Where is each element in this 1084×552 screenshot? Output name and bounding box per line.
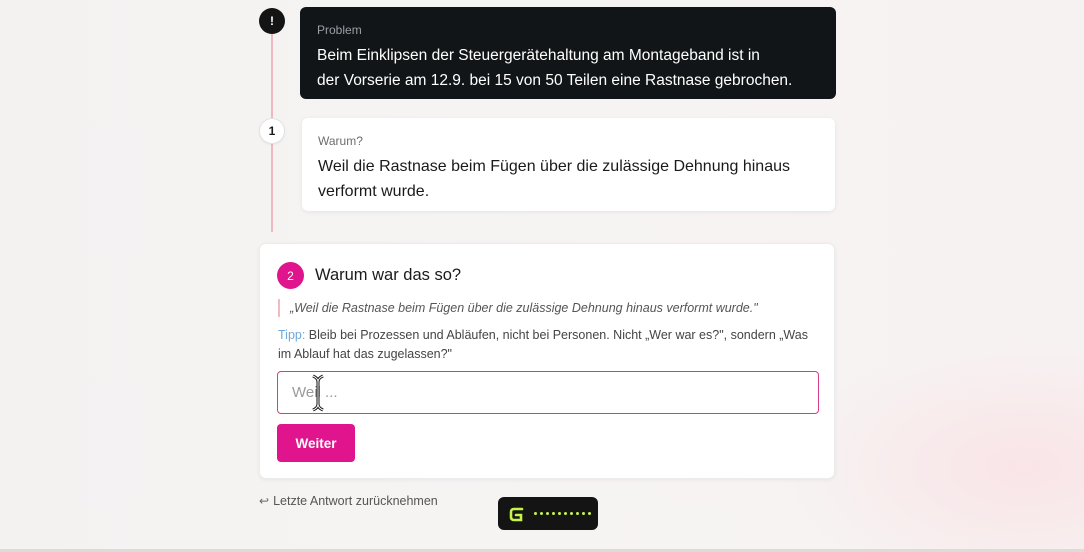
loader-dots xyxy=(534,512,591,515)
problem-text-line: Beim Einklipsen der Steuergerätehaltung … xyxy=(317,47,760,64)
problem-text-line: der Vorserie am 12.9. bei 15 von 50 Teil… xyxy=(317,72,793,89)
tip-text: Tipp: Bleib bei Prozessen und Abläufen, … xyxy=(278,326,823,364)
previous-answer-quote: „Weil die Rastnase beim Fügen über die z… xyxy=(278,299,758,317)
answer-input[interactable] xyxy=(277,371,819,414)
text-cursor-icon xyxy=(312,374,324,412)
tip-label: Tipp: xyxy=(278,328,306,342)
problem-label: Problem xyxy=(317,23,362,37)
undo-arrow-icon: ↩ xyxy=(259,494,270,508)
loading-indicator xyxy=(498,497,598,530)
why-1-label: Warum? xyxy=(318,134,363,148)
problem-marker: ! xyxy=(259,8,285,34)
step-number-badge: 2 xyxy=(277,262,304,289)
undo-last-answer-link[interactable]: ↩ Letzte Antwort zurücknehmen xyxy=(259,494,438,508)
why-1-answer-line: Weil die Rastnase beim Fügen über die zu… xyxy=(318,158,790,175)
undo-label: Letzte Antwort zurücknehmen xyxy=(273,494,438,508)
why-1-marker: 1 xyxy=(259,118,285,144)
next-button[interactable]: Weiter xyxy=(277,424,355,462)
loader-logo-icon xyxy=(509,507,524,521)
tip-body: Bleib bei Prozessen und Abläufen, nicht … xyxy=(278,328,808,361)
active-question-card: 2 Warum war das so? „Weil die Rastnase b… xyxy=(259,243,835,479)
question-title: Warum war das so? xyxy=(315,266,462,284)
problem-text: Beim Einklipsen der Steuergerätehaltung … xyxy=(317,43,819,93)
why-1-answer: Weil die Rastnase beim Fügen über die zu… xyxy=(318,154,819,204)
problem-card: Problem Beim Einklipsen der Steuergeräte… xyxy=(300,7,836,99)
why-1-answer-line: verformt wurde. xyxy=(318,183,430,200)
why-1-card: Warum? Weil die Rastnase beim Fügen über… xyxy=(302,118,835,211)
